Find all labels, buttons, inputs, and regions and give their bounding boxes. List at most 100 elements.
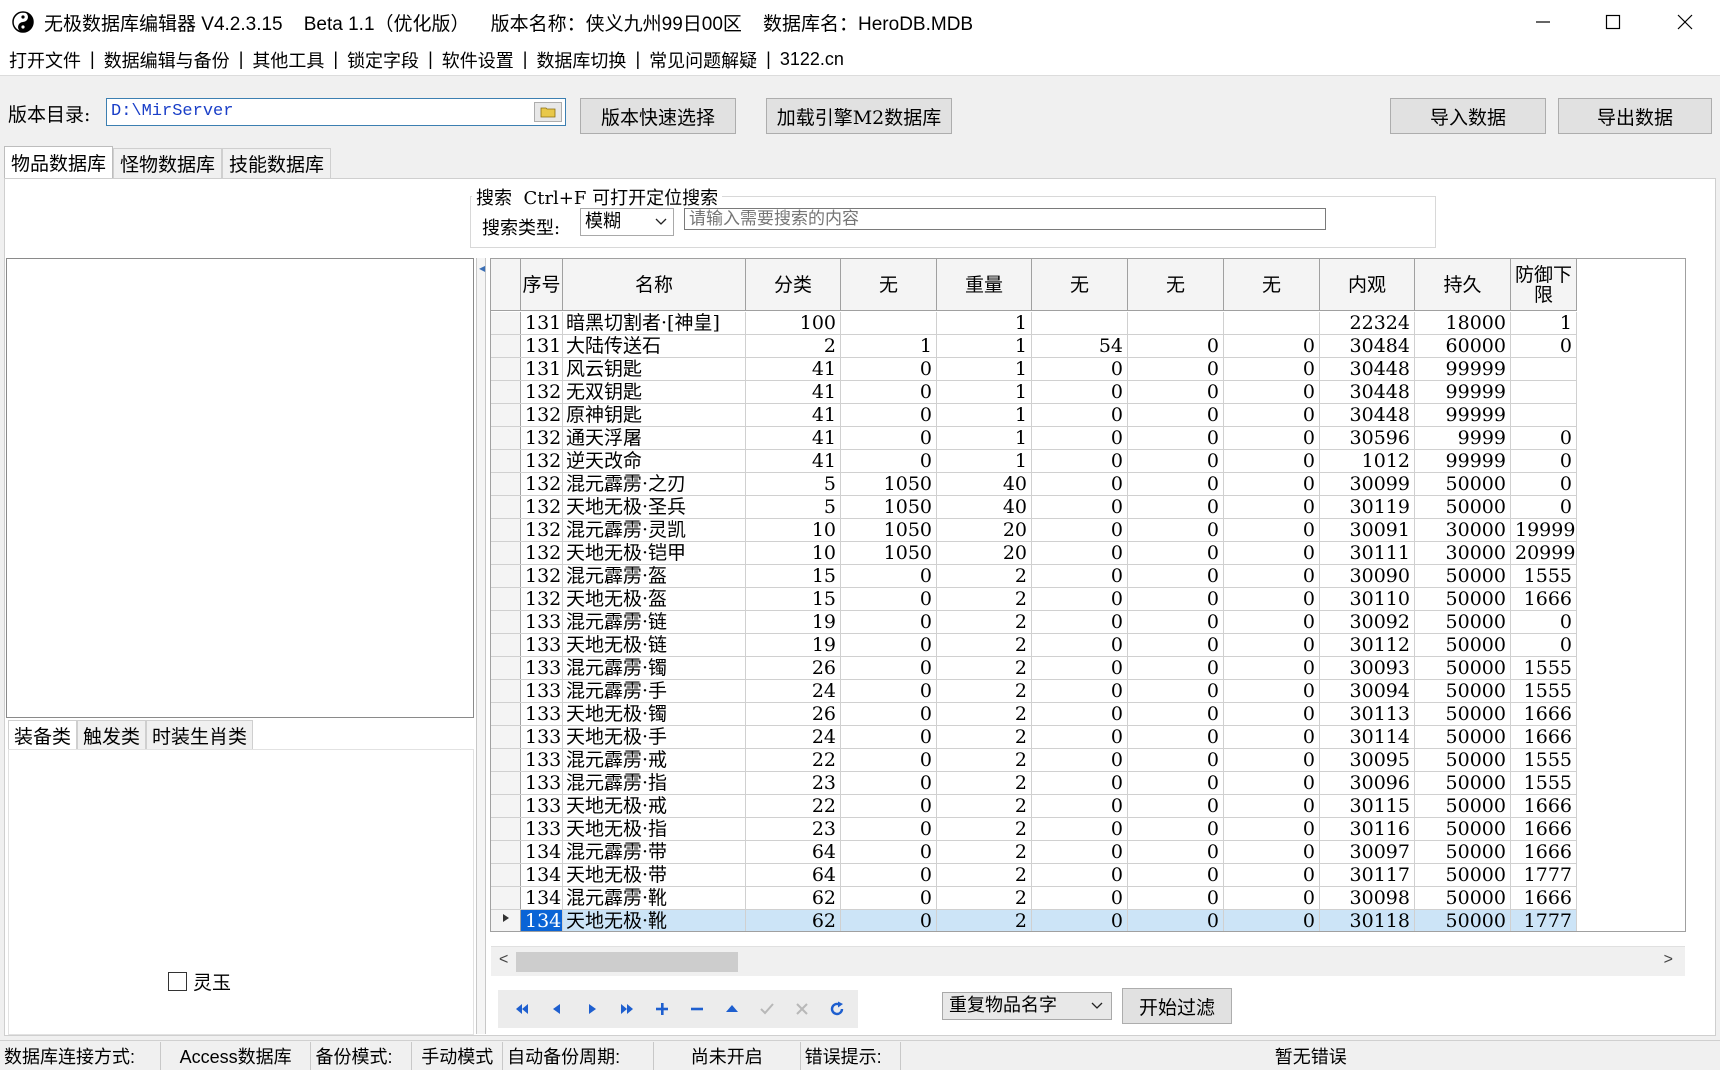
quick-select-button[interactable]: 版本快速选择 — [580, 98, 736, 134]
table-cell[interactable]: 30092 — [1320, 611, 1415, 633]
table-cell[interactable]: 30111 — [1320, 542, 1415, 564]
table-cell[interactable]: 1555 — [1511, 749, 1577, 771]
table-cell[interactable]: 2 — [937, 588, 1032, 610]
category-list[interactable] — [6, 258, 474, 718]
table-cell[interactable]: 41 — [746, 427, 841, 449]
table-row[interactable]: 1319风云钥匙41010003044899999 — [491, 358, 1577, 381]
table-cell[interactable]: 18000 — [1415, 312, 1511, 334]
table-cell[interactable]: 30093 — [1320, 657, 1415, 679]
table-cell[interactable]: 天地无极·靴 — [563, 910, 746, 931]
menu-switch-db[interactable]: 数据库切换 — [527, 47, 635, 73]
table-cell[interactable]: 1555 — [1511, 565, 1577, 587]
table-cell[interactable]: 0 — [1032, 910, 1128, 931]
table-cell[interactable]: 50000 — [1415, 841, 1511, 863]
menu-settings[interactable]: 软件设置 — [433, 47, 523, 73]
table-cell[interactable]: 0 — [1032, 450, 1128, 472]
table-cell[interactable]: 0 — [1224, 588, 1320, 610]
table-cell[interactable]: 50000 — [1415, 634, 1511, 656]
table-cell[interactable]: 30118 — [1320, 910, 1415, 931]
table-row[interactable]: 1342混元霹雳·靴620200030098500001666 — [491, 887, 1577, 910]
table-cell[interactable]: 0 — [1224, 818, 1320, 840]
table-cell[interactable]: 0 — [1224, 519, 1320, 541]
table-cell[interactable]: 天地无极·带 — [563, 864, 746, 886]
search-input[interactable] — [684, 208, 1326, 230]
table-cell[interactable]: 22324 — [1320, 312, 1415, 334]
table-cell[interactable]: 0 — [1224, 496, 1320, 518]
row-indicator[interactable] — [491, 657, 521, 679]
table-cell[interactable]: 混元霹雳·灵凯 — [563, 519, 746, 541]
table-cell[interactable]: 无双钥匙 — [563, 381, 746, 403]
table-cell[interactable]: 30090 — [1320, 565, 1415, 587]
table-cell[interactable]: 0 — [1032, 565, 1128, 587]
table-cell[interactable]: 60000 — [1415, 335, 1511, 357]
table-cell[interactable]: 50000 — [1415, 611, 1511, 633]
table-row[interactable]: 1323逆天改命41010001012999990 — [491, 450, 1577, 473]
table-cell[interactable]: 0 — [1511, 611, 1577, 633]
row-indicator[interactable] — [491, 841, 521, 863]
table-cell[interactable]: 20 — [937, 519, 1032, 541]
nav-edit-button[interactable] — [714, 994, 749, 1024]
table-cell[interactable]: 2 — [937, 795, 1032, 817]
table-cell[interactable]: 0 — [1128, 772, 1224, 794]
table-cell[interactable] — [1511, 381, 1577, 403]
table-cell[interactable]: 10 — [746, 542, 841, 564]
directory-input[interactable]: D:\MirServer — [106, 98, 566, 126]
table-cell[interactable]: 40 — [937, 496, 1032, 518]
table-cell[interactable]: 1331 — [521, 634, 563, 656]
table-row[interactable]: 1327天地无极·铠甲101050200003011130000209999 — [491, 542, 1577, 565]
table-cell[interactable]: 0 — [1128, 358, 1224, 380]
items-grid[interactable]: 序号名称分类无重量无无无内观持久防御下限 1317暗黑切割者·[神皇]10012… — [490, 258, 1686, 932]
menu-edit-backup[interactable]: 数据编辑与备份 — [95, 47, 239, 73]
table-cell[interactable]: 1332 — [521, 657, 563, 679]
table-cell[interactable]: 30117 — [1320, 864, 1415, 886]
subtab-trigger[interactable]: 触发类 — [77, 720, 147, 750]
table-cell[interactable]: 2 — [937, 634, 1032, 656]
table-cell[interactable]: 混元霹雳·指 — [563, 772, 746, 794]
table-cell[interactable]: 0 — [1224, 910, 1320, 931]
table-cell[interactable]: 0 — [1032, 381, 1128, 403]
table-cell[interactable]: 0 — [841, 772, 937, 794]
column-header[interactable]: 名称 — [563, 259, 746, 310]
table-cell[interactable]: 0 — [1128, 887, 1224, 909]
table-cell[interactable]: 1327 — [521, 542, 563, 564]
table-cell[interactable]: 209999 — [1511, 542, 1577, 564]
table-cell[interactable]: 0 — [1224, 887, 1320, 909]
table-cell[interactable]: 1 — [937, 404, 1032, 426]
table-cell[interactable]: 30091 — [1320, 519, 1415, 541]
table-cell[interactable]: 50000 — [1415, 588, 1511, 610]
table-cell[interactable]: 0 — [1128, 795, 1224, 817]
table-cell[interactable]: 50000 — [1415, 864, 1511, 886]
table-cell[interactable]: 15 — [746, 588, 841, 610]
table-cell[interactable]: 0 — [1224, 634, 1320, 656]
table-cell[interactable]: 0 — [1511, 634, 1577, 656]
menu-open-file[interactable]: 打开文件 — [0, 47, 90, 73]
column-header[interactable]: 内观 — [1320, 259, 1415, 310]
nav-delete-button[interactable] — [679, 994, 714, 1024]
table-cell[interactable]: 1333 — [521, 680, 563, 702]
table-cell[interactable]: 50000 — [1415, 726, 1511, 748]
table-cell[interactable]: 1341 — [521, 864, 563, 886]
lingyu-checkbox[interactable]: 灵玉 — [168, 968, 231, 995]
table-cell[interactable]: 1323 — [521, 450, 563, 472]
table-cell[interactable] — [1224, 312, 1320, 334]
column-header[interactable]: 分类 — [746, 259, 841, 310]
table-cell[interactable]: 0 — [1128, 588, 1224, 610]
table-cell[interactable]: 0 — [1224, 335, 1320, 357]
table-cell[interactable]: 天地无极·圣兵 — [563, 496, 746, 518]
table-cell[interactable]: 0 — [1128, 726, 1224, 748]
table-cell[interactable]: 1324 — [521, 473, 563, 495]
table-cell[interactable]: 50000 — [1415, 910, 1511, 931]
table-cell[interactable]: 24 — [746, 726, 841, 748]
table-row[interactable]: 1320无双钥匙41010003044899999 — [491, 381, 1577, 404]
table-cell[interactable]: 62 — [746, 910, 841, 931]
table-cell[interactable]: 0 — [841, 427, 937, 449]
table-cell[interactable]: 天地无极·镯 — [563, 703, 746, 725]
row-indicator[interactable] — [491, 634, 521, 656]
table-cell[interactable]: 0 — [1128, 335, 1224, 357]
table-cell[interactable]: 0 — [1032, 887, 1128, 909]
table-cell[interactable]: 2 — [746, 335, 841, 357]
table-cell[interactable]: 0 — [1224, 404, 1320, 426]
table-cell[interactable]: 0 — [1128, 473, 1224, 495]
column-header[interactable]: 无 — [1032, 259, 1128, 310]
table-cell[interactable]: 0 — [1128, 818, 1224, 840]
